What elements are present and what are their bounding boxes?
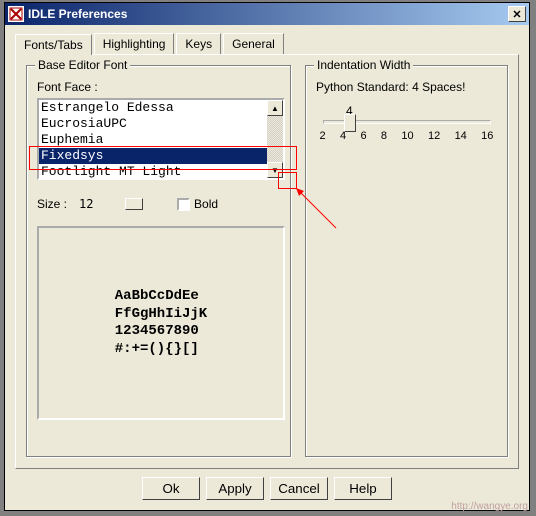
size-label: Size : xyxy=(37,197,67,211)
tick: 10 xyxy=(401,130,413,142)
help-button[interactable]: Help xyxy=(334,477,392,500)
size-spinner[interactable]: 12 xyxy=(75,194,117,214)
list-item[interactable]: EucrosiaUPC xyxy=(39,116,267,132)
apply-button[interactable]: Apply xyxy=(206,477,264,500)
bold-label-text: Bold xyxy=(194,197,218,211)
scroll-down-button[interactable]: ▼ xyxy=(267,162,283,178)
cancel-button[interactable]: Cancel xyxy=(270,477,328,500)
size-value: 12 xyxy=(79,197,93,211)
list-item[interactable]: Euphemia xyxy=(39,132,267,148)
tab-keys[interactable]: Keys xyxy=(176,33,221,54)
preview-text: AaBbCcDdEe FfGgHhIiJjK 1234567890 #:+=()… xyxy=(115,288,207,358)
tick: 6 xyxy=(360,130,366,142)
tick: 8 xyxy=(381,130,387,142)
font-listbox[interactable]: Estrangelo Edessa EucrosiaUPC Euphemia F… xyxy=(37,98,285,180)
indent-standard-label: Python Standard: 4 Spaces! xyxy=(316,80,497,94)
ok-button[interactable]: Ok xyxy=(142,477,200,500)
close-button[interactable]: ✕ xyxy=(508,6,526,22)
tab-fonts[interactable]: Fonts/Tabs xyxy=(15,34,92,55)
scrollbar[interactable]: ▲ ▼ xyxy=(267,100,283,178)
font-groupbox: Base Editor Font Font Face : Estrangelo … xyxy=(26,65,291,457)
tick: 2 xyxy=(320,130,326,142)
app-icon xyxy=(8,6,24,22)
tick: 16 xyxy=(481,130,493,142)
indent-legend: Indentation Width xyxy=(314,58,413,72)
window-title: IDLE Preferences xyxy=(28,7,127,21)
watermark: http://wangye.org xyxy=(451,501,528,512)
list-item[interactable]: Estrangelo Edessa xyxy=(39,100,267,116)
font-face-label: Font Face : xyxy=(37,80,280,94)
tick: 14 xyxy=(455,130,467,142)
scroll-up-button[interactable]: ▲ xyxy=(267,100,283,116)
slider-thumb[interactable] xyxy=(344,114,356,132)
bold-checkbox[interactable] xyxy=(177,198,190,211)
titlebar[interactable]: IDLE Preferences ✕ xyxy=(5,3,529,25)
tab-highlighting[interactable]: Highlighting xyxy=(94,33,175,54)
bold-checkbox-label[interactable]: Bold xyxy=(177,197,218,211)
font-legend: Base Editor Font xyxy=(35,58,130,72)
tab-content: Base Editor Font Font Face : Estrangelo … xyxy=(15,54,519,469)
spinner-button[interactable] xyxy=(125,198,143,210)
list-item[interactable]: Fixedsys xyxy=(39,148,267,164)
indent-groupbox: Indentation Width Python Standard: 4 Spa… xyxy=(305,65,508,457)
tab-general[interactable]: General xyxy=(223,33,284,54)
dialog-buttons: Ok Apply Cancel Help xyxy=(15,477,519,500)
scroll-track[interactable] xyxy=(267,116,283,162)
font-preview: AaBbCcDdEe FfGgHhIiJjK 1234567890 #:+=()… xyxy=(37,226,285,420)
list-item[interactable]: Footlight MT Light xyxy=(39,164,267,178)
indent-slider[interactable] xyxy=(323,120,491,124)
tabs-row: Fonts/Tabs Highlighting Keys General xyxy=(15,33,519,54)
tick: 12 xyxy=(428,130,440,142)
